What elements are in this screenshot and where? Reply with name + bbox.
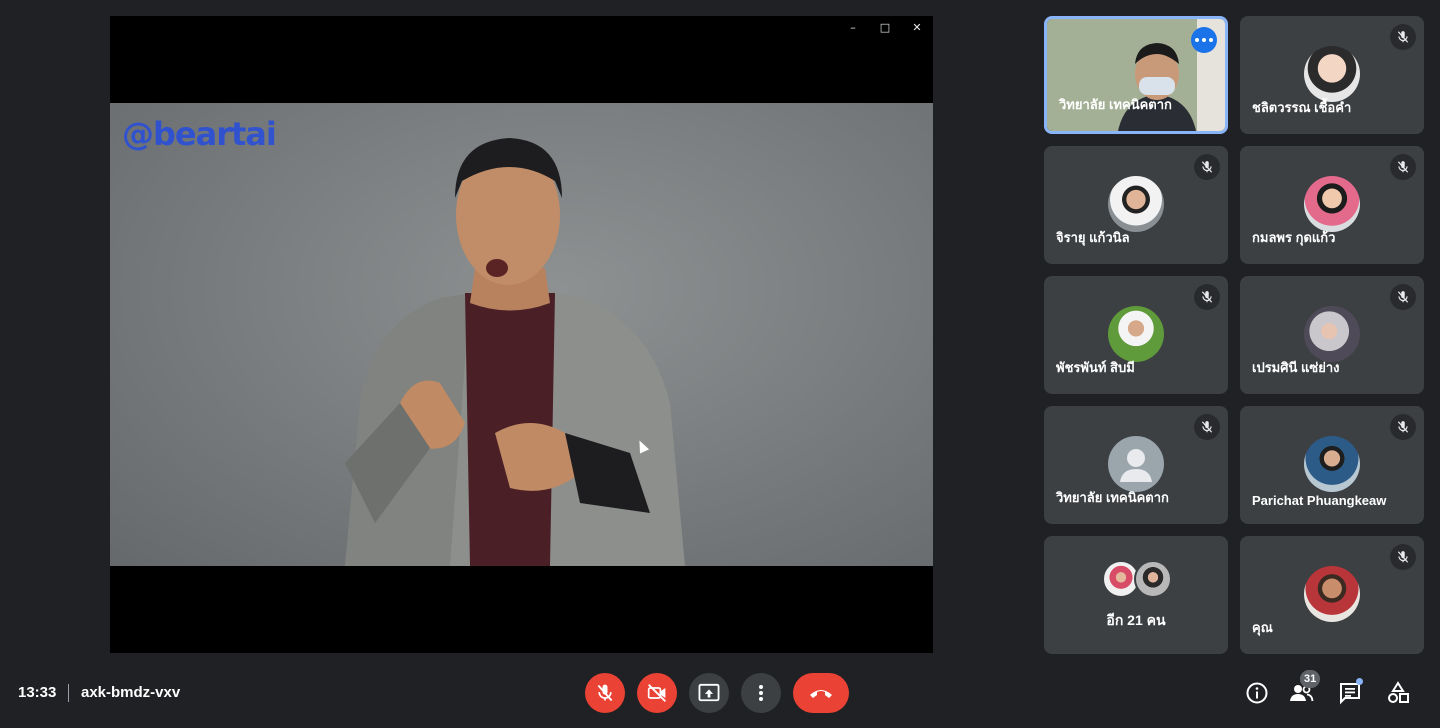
- present-screen-button[interactable]: [689, 673, 729, 713]
- mic-off-icon: [1390, 284, 1416, 310]
- divider: [68, 684, 69, 702]
- more-options-button[interactable]: [741, 673, 781, 713]
- participant-tile[interactable]: กมลพร กุดแก้ว: [1240, 146, 1424, 264]
- camera-toggle-button[interactable]: [637, 673, 677, 713]
- people-count-badge: 31: [1300, 670, 1321, 688]
- presentation-video: @beartai: [110, 103, 933, 566]
- mic-off-icon: [1390, 544, 1416, 570]
- camera-off-icon: [647, 684, 666, 702]
- others-tile[interactable]: อีก 21 คน: [1044, 536, 1228, 654]
- mic-off-icon: [1194, 414, 1220, 440]
- activities-icon: [1388, 681, 1409, 703]
- bottom-toolbar: 13:33 axk-bmdz-vxv 31: [0, 660, 1440, 728]
- info-icon: [1246, 682, 1268, 704]
- participant-name: จิรายุ แก้วนิล: [1056, 230, 1130, 245]
- participant-name: Parichat Phuangkeaw: [1252, 493, 1387, 508]
- others-count-label: อีก 21 คน: [1106, 612, 1166, 628]
- clock: 13:33: [18, 684, 57, 701]
- participant-name: วิทยาลัย เทคนิคตาก: [1056, 490, 1169, 505]
- participant-name: ชลิตวรรณ เชื้อคำ: [1252, 100, 1352, 115]
- participant-name: กมลพร กุดแก้ว: [1252, 230, 1336, 245]
- present-icon: [698, 683, 720, 702]
- meeting-details-button[interactable]: [1240, 676, 1274, 710]
- presentation-stage: – □ ✕ @beartai: [110, 16, 933, 653]
- avatar: [1108, 176, 1164, 232]
- participant-name: คุณ: [1252, 620, 1273, 635]
- maximize-button[interactable]: □: [869, 16, 901, 38]
- window-controls: – □ ✕: [837, 16, 933, 38]
- participant-tile[interactable]: พัชรพันท์ สิบมี: [1044, 276, 1228, 394]
- participant-name: วิทยาลัย เทคนิคตาก: [1059, 97, 1172, 112]
- more-vert-icon: [759, 685, 763, 701]
- people-button[interactable]: 31: [1284, 670, 1321, 710]
- mic-off-icon: [1194, 154, 1220, 180]
- avatar: [1304, 436, 1360, 492]
- more-options-button[interactable]: [1191, 27, 1217, 53]
- minimize-button[interactable]: –: [837, 16, 869, 38]
- participant-tile[interactable]: จิรายุ แก้วนิล: [1044, 146, 1228, 264]
- default-avatar-icon: [1108, 436, 1164, 492]
- participant-tile[interactable]: Parichat Phuangkeaw: [1240, 406, 1424, 524]
- participant-tile[interactable]: เปรมศินี แซ่ย่าง: [1240, 276, 1424, 394]
- participant-tile[interactable]: วิทยาลัย เทคนิคตาก: [1044, 406, 1228, 524]
- activities-button[interactable]: [1381, 676, 1415, 710]
- avatar: [1134, 560, 1172, 598]
- hang-up-icon: [810, 690, 832, 698]
- avatar: [1304, 306, 1360, 362]
- mic-off-icon: [1390, 24, 1416, 50]
- chat-notification-dot: [1356, 678, 1363, 685]
- close-button[interactable]: ✕: [901, 16, 933, 38]
- avatar: [1304, 566, 1360, 622]
- participant-tile[interactable]: ชลิตวรรณ เชื้อคำ: [1240, 16, 1424, 134]
- presenter-figure: [345, 138, 685, 566]
- mic-off-icon: [1194, 284, 1220, 310]
- others-avatars: [1102, 560, 1174, 600]
- avatar: [1108, 306, 1164, 362]
- mic-off-icon: [1390, 154, 1416, 180]
- avatar: [1304, 176, 1360, 232]
- avatar: [1304, 46, 1360, 102]
- meeting-code: axk-bmdz-vxv: [81, 684, 181, 701]
- participant-name: เปรมศินี แซ่ย่าง: [1252, 360, 1340, 375]
- participant-name: พัชรพันท์ สิบมี: [1056, 360, 1135, 375]
- participant-tile[interactable]: วิทยาลัย เทคนิคตาก: [1044, 16, 1228, 134]
- chat-button[interactable]: [1333, 676, 1367, 710]
- participant-tile-self[interactable]: คุณ: [1240, 536, 1424, 654]
- leave-call-button[interactable]: [793, 673, 849, 713]
- mic-off-icon: [1390, 414, 1416, 440]
- microphone-toggle-button[interactable]: [585, 673, 625, 713]
- mic-off-icon: [597, 684, 613, 702]
